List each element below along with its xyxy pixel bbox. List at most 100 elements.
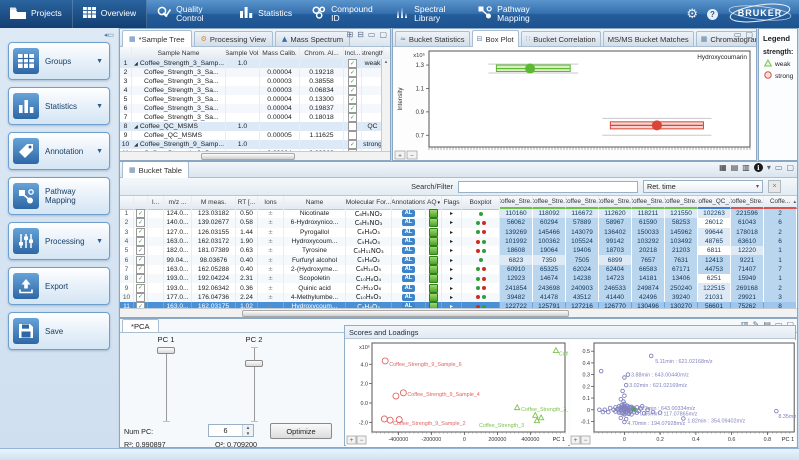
help-icon[interactable]: ? <box>707 8 718 20</box>
num-pc-spinner[interactable]: 6 ▲ ▼ <box>208 424 254 437</box>
table-view-icon[interactable]: ▦ <box>719 163 727 172</box>
include-checkbox[interactable]: ✓ <box>136 274 145 284</box>
sample-tree-row[interactable]: 6 Coffee_Strength_3_Sa... 0.00004 0.19837 ✓ <box>120 104 382 113</box>
annotation-al-badge[interactable]: AL <box>401 210 416 218</box>
column-header[interactable]: I... <box>148 196 164 209</box>
bucket-row[interactable]: 10 ✓ 177.0... 176.04736 2.24 ±4-Methylumbe...… <box>120 292 797 302</box>
tree-expander-icon[interactable]: ◢ <box>134 142 138 148</box>
column-header-sample[interactable]: Coffee_Stre... <box>533 196 566 209</box>
column-header-sample[interactable]: Coffee_Stre... <box>632 196 665 209</box>
pc2-slider[interactable] <box>245 347 263 422</box>
minimize-icon[interactable]: ▭ <box>775 163 783 172</box>
tab-box-plot[interactable]: ⊟ Box Plot <box>471 30 519 47</box>
sort-dropdown[interactable]: Ret. time ▾ <box>643 180 763 193</box>
sidebar-item-annotation[interactable]: Annotation ▼ <box>8 132 110 170</box>
sample-tree-vscrollbar[interactable]: ▴ <box>381 59 390 152</box>
scores-plot[interactable]: 4.0 2.0 0.0 -2.0 -400000 -200000 0 200000 400000… <box>346 340 588 447</box>
maximize-icon[interactable]: ▢ <box>786 163 794 172</box>
bucket-row[interactable]: 5 ✓ 182.0... 181.07389 0.63 ± Tyrosine C₉H₁₁NO₃… <box>120 246 797 256</box>
column-header[interactable]: M meas. <box>192 196 236 209</box>
include-checkbox[interactable] <box>348 122 357 131</box>
bucket-row[interactable]: 6 ✓ 99.04... 98.03676 0.40 ± Furfuryl alcohol C… <box>120 255 797 265</box>
annotation-al-badge[interactable]: AL <box>401 275 416 283</box>
sample-tree-row[interactable]: 4 Coffee_Strength_3_Sa... 0.00003 0.06834 ✓ <box>120 86 382 95</box>
header-scroll-up-icon[interactable]: ▴ <box>793 199 796 205</box>
column-header-sample[interactable]: Coffee_Stre... <box>665 196 698 209</box>
collapse-all-icon[interactable]: ⊟ <box>357 31 364 39</box>
column-header-sample[interactable]: Coffee_Stre... <box>500 196 533 209</box>
include-checkbox[interactable]: ✓ <box>348 95 357 104</box>
annotation-al-badge[interactable]: AL <box>401 238 416 246</box>
bucket-row[interactable]: 3 ✓ 127.0... 126.03155 1.44 ± Pyrogallol C₆H₆O₃… <box>120 227 797 237</box>
column-header[interactable]: Name <box>284 196 346 209</box>
include-checkbox[interactable]: ✓ <box>136 292 145 302</box>
include-checkbox[interactable]: ✓ <box>136 255 145 265</box>
topbar-item-compound-id[interactable]: Compound ID <box>302 0 385 28</box>
detail-view-icon[interactable]: ▥ <box>742 163 750 172</box>
annotation-al-badge[interactable]: AL <box>401 228 416 236</box>
sample-tree-hscrollbar[interactable] <box>120 151 390 160</box>
annotation-al-badge[interactable]: AL <box>401 265 416 273</box>
include-checkbox[interactable]: ✓ <box>136 218 145 228</box>
chevron-down-icon[interactable]: ▾ <box>767 163 771 172</box>
include-checkbox[interactable]: ✓ <box>348 113 357 122</box>
sample-tree-row[interactable]: 7 Coffee_Strength_3_Sa... 0.00004 0.18018 ✓ <box>120 113 382 122</box>
tree-expander-icon[interactable]: ◢ <box>134 61 138 67</box>
tab-ms-ms-bucket-matches[interactable]: MS/MS Bucket Matches <box>602 31 694 46</box>
tab-bucket-statistics[interactable]: ≈ Bucket Statistics <box>395 31 470 46</box>
column-header[interactable]: Ions <box>258 196 284 209</box>
annotation-al-badge[interactable]: AL <box>401 256 416 264</box>
clear-filter-button[interactable]: × <box>768 180 781 193</box>
column-header[interactable]: m/z ... <box>164 196 192 209</box>
tab-bucket-table[interactable]: ▦ Bucket Table <box>122 162 189 178</box>
info-icon[interactable]: i <box>753 163 763 172</box>
sample-tree-row[interactable]: 2 Coffee_Strength_3_Sa... 0.00004 0.19218 ✓ <box>120 68 382 77</box>
column-header[interactable]: Annotations <box>392 196 426 209</box>
pc1-slider[interactable] <box>157 347 175 422</box>
column-header[interactable]: RT [... <box>236 196 258 209</box>
column-header[interactable]: AQ ▾ <box>426 196 442 209</box>
include-checkbox[interactable]: ✓ <box>136 237 145 247</box>
tab-mass-spectrum[interactable]: ▲ Mass Spectrum <box>274 31 351 46</box>
include-checkbox[interactable]: ✓ <box>348 104 357 113</box>
annotation-al-badge[interactable]: AL <box>401 247 416 255</box>
sidebar-item-export[interactable]: Export <box>8 267 110 305</box>
include-checkbox[interactable]: ✓ <box>348 68 357 77</box>
include-checkbox[interactable]: ✓ <box>136 283 145 293</box>
include-checkbox[interactable]: ✓ <box>348 77 357 86</box>
topbar-item-statistics[interactable]: Statistics <box>230 0 302 28</box>
tree-expander-icon[interactable]: ◢ <box>134 124 138 130</box>
include-checkbox[interactable]: ✓ <box>136 209 145 219</box>
bucket-row[interactable]: 7 ✓ 163.0... 162.05288 0.40 ±2-(Hydroxyme... C… <box>120 264 797 275</box>
tab-bucket-correlation[interactable]: ∷ Bucket Correlation <box>520 31 601 46</box>
compact-view-icon[interactable]: ▤ <box>731 163 739 172</box>
topbar-item-projects[interactable]: Projects <box>0 0 73 28</box>
sidebar-item-pathway-mapping[interactable]: Pathway Mapping <box>8 177 110 215</box>
bucket-row[interactable]: 4 ✓ 163.0... 162.03172 1.90 ± Hydroxycoum... C₉… <box>120 236 797 247</box>
bucket-row[interactable]: 9 ✓ 193.0... 192.06342 0.36 ± Quinic acid C₇H₁₂… <box>120 283 797 293</box>
pc2-slider-handle[interactable] <box>245 360 263 367</box>
settings-gear-icon[interactable]: ⚙ <box>686 7 698 22</box>
maximize-icon[interactable]: ▢ <box>745 31 753 39</box>
pc1-slider-handle[interactable] <box>157 347 175 354</box>
spinner-down-icon[interactable]: ▼ <box>243 430 253 436</box>
bucket-row[interactable]: 2 ✓ 140.0... 139.02677 0.58 ±6-Hydroxynico...… <box>120 218 797 228</box>
column-header[interactable]: Molecular For... <box>346 196 392 209</box>
column-header[interactable] <box>120 196 134 209</box>
column-header-sample[interactable]: Coffee_Stre... <box>599 196 632 209</box>
annotation-al-badge[interactable]: AL <box>401 284 416 292</box>
minimize-icon[interactable]: ▭ <box>368 31 376 39</box>
topbar-item-pathway-mapping[interactable]: Pathway Mapping <box>468 0 551 28</box>
loadings-plot[interactable]: 0.5 0.4 0.3 0.2 0.1 0 -0.1 0 0.2 0.4 0.6 0.8 PC 1 5.1… <box>570 340 797 447</box>
annotation-al-badge[interactable]: AL <box>401 219 416 227</box>
tab-pca[interactable]: *PCA <box>122 319 159 333</box>
include-checkbox[interactable]: ✓ <box>348 59 357 68</box>
column-header[interactable]: Boxplot <box>462 196 500 209</box>
tab-processing-view[interactable]: ⚙ Processing View <box>193 31 273 46</box>
sidebar-item-statistics[interactable]: Statistics ▼ <box>8 87 110 125</box>
minimize-icon[interactable]: ▭ <box>734 31 742 39</box>
tab-sample-tree[interactable]: ▦ *Sample Tree <box>122 30 192 47</box>
sample-tree-row[interactable]: 5 Coffee_Strength_3_Sa... 0.00004 0.13300 ✓ <box>120 95 382 104</box>
column-header[interactable]: Flags <box>442 196 462 209</box>
sample-tree-row[interactable]: 8 ◢ Coffee_QC_MSMS 1.0 QC <box>120 122 382 131</box>
